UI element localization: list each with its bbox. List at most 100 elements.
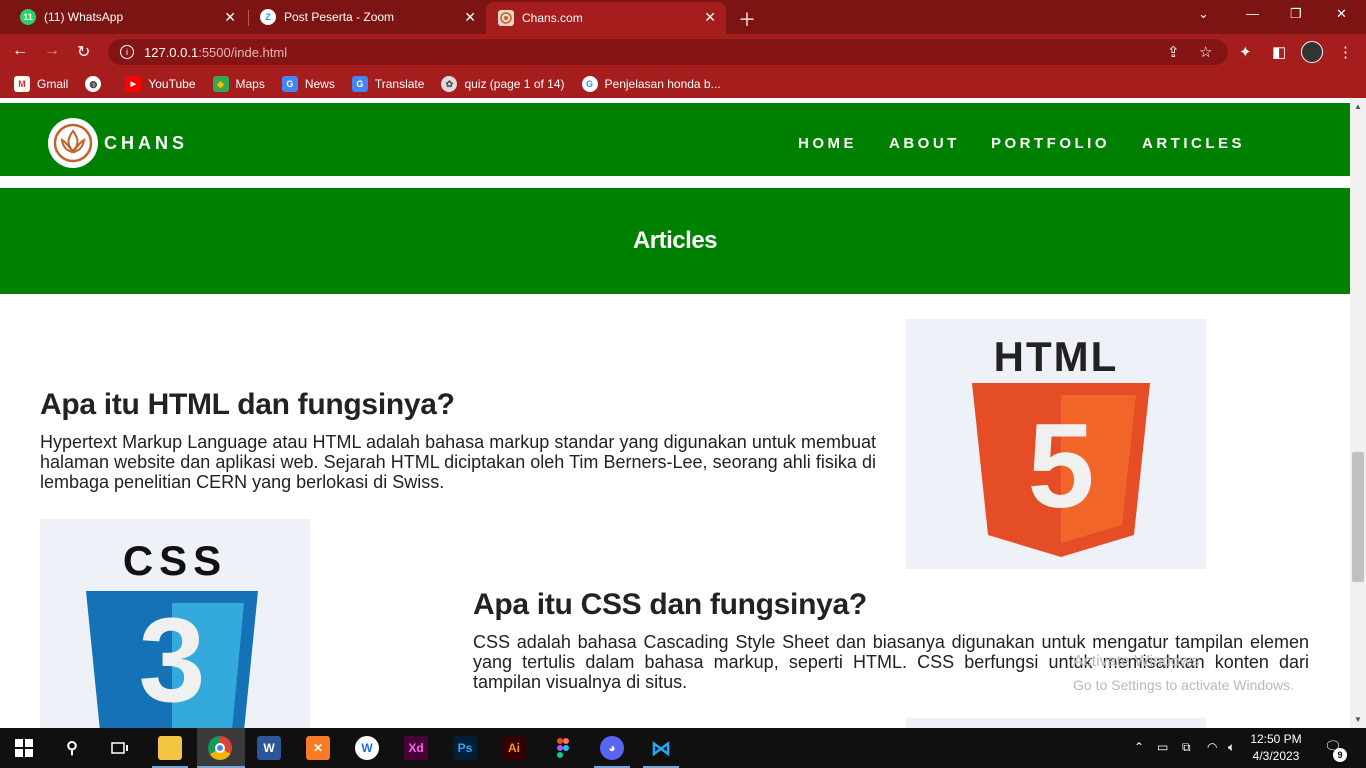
side-panel-icon[interactable]: ◧ — [1272, 43, 1286, 61]
bookmark-globe[interactable]: ◍ — [85, 76, 108, 92]
start-icon[interactable] — [12, 736, 36, 760]
app-icon[interactable]: W — [355, 736, 379, 760]
discord-icon[interactable]: ◕ — [600, 736, 624, 760]
minimize-icon[interactable]: — — [1246, 6, 1259, 21]
nav-home[interactable]: HOME — [798, 135, 857, 152]
scroll-up-icon[interactable]: ▲ — [1354, 102, 1362, 111]
quiz-icon: ✿ — [441, 76, 458, 92]
tab-title: (11) WhatsApp — [44, 10, 124, 24]
volume-icon[interactable]: 🔈︎ — [1228, 740, 1235, 755]
lotus-logo-icon — [53, 123, 93, 163]
article-css-title: Apa itu CSS dan fungsinya? — [473, 588, 867, 621]
translate-icon: G — [351, 76, 368, 92]
web-page: CHANS HOME ABOUT PORTFOLIO ARTICLES Arti… — [0, 98, 1350, 728]
forward-icon[interactable]: → — [44, 42, 60, 60]
nav-about[interactable]: ABOUT — [889, 135, 960, 152]
scroll-down-icon[interactable]: ▼ — [1354, 715, 1362, 724]
extensions-icon[interactable]: ✦ — [1239, 43, 1252, 61]
bookmark-news[interactable]: G News — [281, 76, 335, 92]
next-article-image — [906, 718, 1206, 728]
back-icon[interactable]: ← — [12, 42, 28, 60]
article-html-title: Apa itu HTML dan fungsinya? — [40, 388, 455, 421]
close-tab-icon[interactable]: ✕ — [224, 9, 236, 26]
chans-favicon-icon — [498, 10, 514, 26]
notification-count-badge: 9 — [1333, 748, 1347, 762]
screen-record-icon[interactable]: ⧉ — [1182, 740, 1191, 755]
gmail-icon: M — [14, 76, 30, 92]
restore-icon[interactable]: ❐ — [1290, 6, 1302, 22]
new-tab-icon[interactable]: ＋ — [738, 6, 756, 32]
tab-title: Chans.com — [522, 11, 583, 25]
tab-separator — [248, 10, 249, 26]
bookmark-penjelasan[interactable]: G Penjelasan honda b... — [581, 76, 721, 92]
tab-strip: 11 (11) WhatsApp ✕ Z Post Peserta - Zoom… — [0, 0, 1366, 34]
news-icon: G — [281, 76, 298, 92]
bookmark-youtube[interactable]: ▶ YouTube — [125, 76, 196, 92]
bookmark-star-icon[interactable]: ☆ — [1199, 43, 1212, 61]
url-path: :5500/inde.html — [198, 44, 288, 60]
file-explorer-icon[interactable] — [158, 736, 182, 760]
bookmark-quiz[interactable]: ✿ quiz (page 1 of 14) — [441, 76, 565, 92]
site-navbar: CHANS HOME ABOUT PORTFOLIO ARTICLES — [0, 103, 1350, 181]
bookmarks-bar: M Gmail ◍ ▶ YouTube ◆ Maps G News G Translate… — [0, 70, 1366, 98]
bookmark-translate[interactable]: G Translate — [351, 76, 424, 92]
google-icon: G — [581, 76, 598, 92]
tab-chans-active[interactable]: Chans.com ✕ — [486, 2, 726, 34]
xd-icon[interactable]: Xd — [404, 736, 428, 760]
xampp-icon[interactable]: ✕ — [306, 736, 330, 760]
chrome-icon[interactable] — [208, 736, 232, 760]
bookmark-gmail[interactable]: M Gmail — [14, 76, 68, 92]
profile-avatar[interactable] — [1301, 41, 1323, 63]
menu-kebab-icon[interactable]: ⋮ — [1338, 43, 1353, 61]
windows-taskbar: ⚲ W ✕ W Xd Ps Ai ◕ ⋈ ⌃ ▭ ⧉ ◠ 🔈︎ 12:50 PM… — [0, 728, 1366, 768]
battery-icon[interactable]: ▭ — [1157, 740, 1168, 754]
nav-portfolio[interactable]: PORTFOLIO — [991, 135, 1110, 152]
vscode-icon[interactable]: ⋈ — [649, 736, 673, 760]
tray-overflow-icon[interactable]: ⌃ — [1134, 740, 1144, 754]
site-logo[interactable] — [48, 118, 98, 168]
search-icon[interactable]: ⚲ — [60, 736, 84, 760]
bookmark-maps[interactable]: ◆ Maps — [212, 76, 265, 92]
reload-icon[interactable]: ↻ — [77, 42, 90, 62]
tab-title: Post Peserta - Zoom — [284, 10, 395, 24]
tab-whatsapp[interactable]: 11 (11) WhatsApp ✕ — [8, 0, 246, 34]
wifi-icon[interactable]: ◠ — [1207, 740, 1217, 754]
activate-windows-subtitle: Go to Settings to activate Windows. — [1073, 677, 1294, 693]
illustrator-icon[interactable]: Ai — [502, 736, 526, 760]
site-info-icon[interactable]: i — [120, 45, 134, 59]
share-icon[interactable]: ⇪ — [1167, 43, 1180, 61]
close-tab-icon[interactable]: ✕ — [464, 9, 476, 26]
photoshop-icon[interactable]: Ps — [453, 736, 477, 760]
address-bar[interactable]: i 127.0.0.1:5500/inde.html — [108, 39, 1228, 65]
hero-banner: Articles — [0, 188, 1350, 294]
figma-icon[interactable] — [551, 736, 575, 760]
nav-articles[interactable]: ARTICLES — [1142, 135, 1245, 152]
url-host: 127.0.0.1 — [144, 44, 199, 60]
zoom-icon: Z — [260, 9, 276, 25]
system-clock[interactable]: 12:50 PM 4/3/2023 — [1244, 731, 1308, 765]
article-html-text: Hypertext Markup Language atau HTML adal… — [40, 432, 876, 492]
task-view-icon[interactable] — [108, 736, 132, 760]
activate-windows-title: Activate Windows — [1073, 653, 1200, 670]
css-logo-label: CSS — [122, 537, 228, 584]
css3-logo-image: CSS 3 — [40, 519, 310, 728]
tab-zoom[interactable]: Z Post Peserta - Zoom ✕ — [250, 0, 486, 34]
scroll-thumb[interactable] — [1352, 452, 1364, 582]
clock-date: 4/3/2023 — [1252, 749, 1300, 763]
word-icon[interactable]: W — [257, 736, 281, 760]
page-scrollbar[interactable]: ▲ ▼ — [1350, 98, 1366, 728]
youtube-icon: ▶ — [125, 76, 142, 92]
globe-icon: ◍ — [85, 76, 102, 92]
clock-time: 12:50 PM — [1250, 732, 1302, 746]
close-tab-icon[interactable]: ✕ — [704, 9, 716, 26]
maps-icon: ◆ — [212, 76, 229, 92]
html5-logo-image: HTML 5 — [906, 319, 1206, 569]
page-title: Articles — [632, 227, 718, 254]
css3-number: 3 — [138, 593, 206, 727]
site-brand[interactable]: CHANS — [104, 133, 188, 154]
html5-number: 5 — [1027, 399, 1095, 533]
tab-search-icon[interactable]: ⌄ — [1198, 6, 1209, 22]
html-logo-label: HTML — [993, 333, 1119, 380]
whatsapp-icon: 11 — [20, 9, 36, 25]
close-window-icon[interactable]: ✕ — [1336, 6, 1347, 22]
